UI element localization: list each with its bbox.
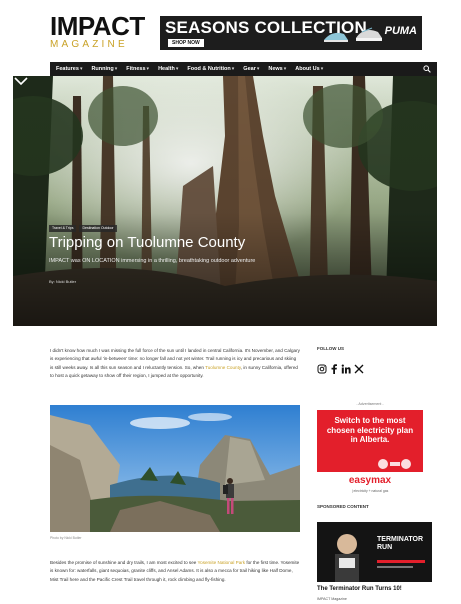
hiker-valley-image xyxy=(50,405,300,532)
sponsored-image[interactable]: TERMINATOR RUN xyxy=(317,522,432,582)
chevron-down-icon: ▾ xyxy=(114,66,118,72)
site-logo[interactable]: IMPACT MAGAZINE xyxy=(50,11,145,51)
sidebar-ad-headline: Switch to the most chosen electricity pl… xyxy=(326,416,414,444)
nav-item-about-us[interactable]: About Us ▾ xyxy=(295,66,323,72)
ad-brand-logo: PUMA xyxy=(384,25,417,37)
article-paragraph: Besides the promise of sunshine and dry … xyxy=(50,559,300,584)
nav-item-health[interactable]: Health ▾ xyxy=(158,66,178,72)
chevron-down-icon: ▾ xyxy=(256,66,260,72)
nav-label: Running xyxy=(91,66,114,72)
chevron-down-icon: ▾ xyxy=(283,66,287,72)
sponsored-title[interactable]: The Terminator Run Turns 10! xyxy=(317,586,402,592)
site-header: IMPACT MAGAZINE SEASONS COLLECTION SHOP … xyxy=(0,0,461,62)
easymax-tagline: | electricity + natural gas xyxy=(351,489,389,493)
linkedin-icon[interactable] xyxy=(341,364,351,374)
hero-byline: By: Nicki Butler xyxy=(49,279,77,284)
nav-item-features[interactable]: Features ▾ xyxy=(56,66,82,72)
chevron-down-icon: ▾ xyxy=(146,66,150,72)
forest-hero-image xyxy=(13,76,437,326)
header-ad-banner[interactable]: SEASONS COLLECTION SHOP NOW PUMA xyxy=(160,16,422,50)
instagram-icon[interactable] xyxy=(317,364,327,374)
sponsored-content-label: SPONSORED CONTENT xyxy=(317,504,369,509)
chevron-down-icon: ▾ xyxy=(231,66,235,72)
logo-main-text: IMPACT xyxy=(50,11,145,41)
nav-label: Food & Nutrition xyxy=(187,66,231,72)
hero-subtitle: IMPACT was ON LOCATION immersing in a th… xyxy=(49,258,256,264)
sponsored-source: IMPACT Magazine xyxy=(317,597,347,601)
easymax-logo: easymax xyxy=(348,475,392,486)
nav-item-fitness[interactable]: Fitness ▾ xyxy=(126,66,149,72)
hero-tag[interactable]: Destination Outdoor xyxy=(79,225,117,232)
article-image xyxy=(50,405,300,532)
nav-label: Fitness xyxy=(126,66,146,72)
nav-item-gear[interactable]: Gear ▾ xyxy=(243,66,259,72)
runner-image xyxy=(317,522,432,582)
yosemite-link[interactable]: Yosemite National Park xyxy=(198,560,246,565)
nav-item-news[interactable]: News ▾ xyxy=(268,66,286,72)
chevron-down-icon: ▾ xyxy=(175,66,179,72)
article-paragraph: I didn't know how much I was missing the… xyxy=(50,347,300,380)
social-links xyxy=(317,364,364,374)
hero-title[interactable]: Tripping on Tuolumne County xyxy=(49,234,245,252)
nav-label: Features xyxy=(56,66,79,72)
hero-banner[interactable]: Travel & Trips Destination Outdoor Tripp… xyxy=(13,76,437,326)
sidebar-ad-footer: easymax | electricity + natural gas xyxy=(317,472,423,497)
paragraph-text: Besides the promise of sunshine and dry … xyxy=(50,560,198,565)
page: IMPACT MAGAZINE SEASONS COLLECTION SHOP … xyxy=(0,0,461,604)
chevron-down-icon: ▾ xyxy=(320,66,324,72)
facebook-icon[interactable] xyxy=(330,364,338,374)
x-icon[interactable] xyxy=(354,364,364,374)
image-caption: Photo by Nicki Butler xyxy=(50,536,82,540)
nav-label: Gear xyxy=(243,66,256,72)
nav-item-food-nutrition[interactable]: Food & Nutrition ▾ xyxy=(187,66,234,72)
nav-item-running[interactable]: Running ▾ xyxy=(91,66,117,72)
chevron-down-icon[interactable] xyxy=(13,76,29,86)
follow-us-label: FOLLOW US xyxy=(317,346,344,351)
search-icon[interactable] xyxy=(423,65,431,73)
sponsor-image-text: TERMINATOR RUN xyxy=(377,536,424,551)
nav-label: About Us xyxy=(295,66,320,72)
shoes-image-icon xyxy=(324,27,382,42)
hero-tags: Travel & Trips Destination Outdoor xyxy=(49,225,117,232)
sidebar-ad[interactable]: Switch to the most chosen electricity pl… xyxy=(317,410,423,497)
plug-icon xyxy=(378,459,411,469)
nav-label: Health xyxy=(158,66,175,72)
chevron-down-icon: ▾ xyxy=(79,66,83,72)
main-nav: Features ▾ Running ▾ Fitness ▾ Health ▾ Food… xyxy=(50,62,437,76)
tuolumne-county-link[interactable]: Tuolumne County xyxy=(205,365,241,370)
advertisement-label: - Advertisement - xyxy=(356,402,384,406)
ad-shop-button[interactable]: SHOP NOW xyxy=(168,39,204,47)
hero-tag[interactable]: Travel & Trips xyxy=(49,225,77,232)
nav-label: News xyxy=(268,66,283,72)
article-body: I didn't know how much I was missing the… xyxy=(50,347,300,380)
